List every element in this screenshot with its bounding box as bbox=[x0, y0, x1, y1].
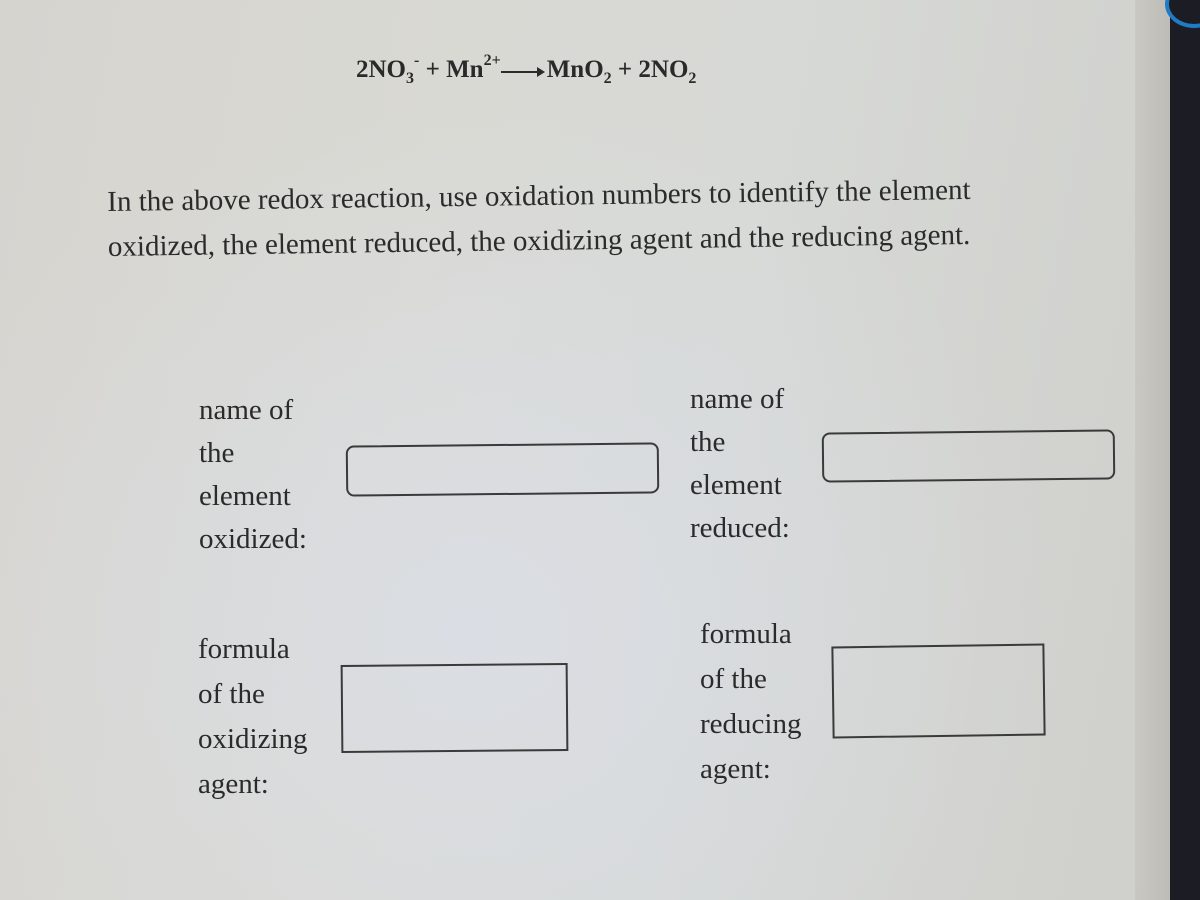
plus-sign: + bbox=[617, 56, 633, 83]
element-reduced-input[interactable] bbox=[821, 429, 1116, 483]
element-oxidized-label: name of the element oxidized: bbox=[199, 389, 349, 561]
label-line: the bbox=[690, 426, 726, 458]
element-reduced-label: name of the element reduced: bbox=[690, 378, 840, 550]
reactant2-formula: Mn bbox=[446, 56, 484, 83]
label-line: agent: bbox=[700, 753, 771, 785]
product2-formula: NO bbox=[650, 56, 689, 83]
label-line: element bbox=[690, 469, 782, 501]
reaction-equation: 2NO3- + Mn2+ MnO2 + 2NO2 bbox=[356, 52, 696, 88]
reactant1-charge: - bbox=[414, 52, 420, 69]
label-line: name of bbox=[690, 383, 785, 415]
label-line: agent: bbox=[198, 768, 269, 800]
oxidizing-agent-input[interactable] bbox=[340, 663, 569, 753]
question-text: In the above redox reaction, use oxidati… bbox=[107, 173, 971, 263]
product1-formula: MnO bbox=[546, 56, 604, 83]
label-line: formula bbox=[198, 633, 290, 665]
reactant2-charge: 2+ bbox=[483, 52, 501, 69]
reactant1-subscript: 3 bbox=[406, 70, 414, 87]
app-badge-icon bbox=[1165, 0, 1200, 28]
label-line: name of bbox=[199, 394, 294, 426]
product2-subscript: 2 bbox=[688, 70, 697, 87]
reducing-agent-label: formula of the reducing agent: bbox=[700, 612, 850, 792]
label-line: of the bbox=[700, 663, 767, 695]
label-line: reduced: bbox=[690, 512, 790, 544]
label-line: the bbox=[199, 437, 235, 469]
element-oxidized-input[interactable] bbox=[345, 442, 660, 497]
label-line: reducing bbox=[700, 708, 802, 740]
oxidizing-agent-label: formula of the oxidizing agent: bbox=[198, 627, 348, 807]
product1-subscript: 2 bbox=[603, 70, 612, 87]
reaction-arrow-icon bbox=[500, 67, 545, 77]
plus-sign: + bbox=[425, 56, 440, 83]
reactant1-formula: NO bbox=[368, 56, 407, 83]
label-line: oxidizing bbox=[198, 723, 308, 755]
product2-coefficient: 2 bbox=[638, 56, 651, 83]
label-line: formula bbox=[700, 618, 792, 650]
screen: 2NO3- + Mn2+ MnO2 + 2NO2 In the above red… bbox=[0, 0, 1170, 900]
label-line: of the bbox=[198, 678, 265, 710]
label-line: oxidized: bbox=[199, 523, 307, 555]
label-line: element bbox=[199, 480, 291, 512]
screen-edge bbox=[1135, 0, 1170, 900]
reactant1-coefficient: 2 bbox=[356, 56, 369, 83]
reducing-agent-input[interactable] bbox=[831, 643, 1046, 739]
